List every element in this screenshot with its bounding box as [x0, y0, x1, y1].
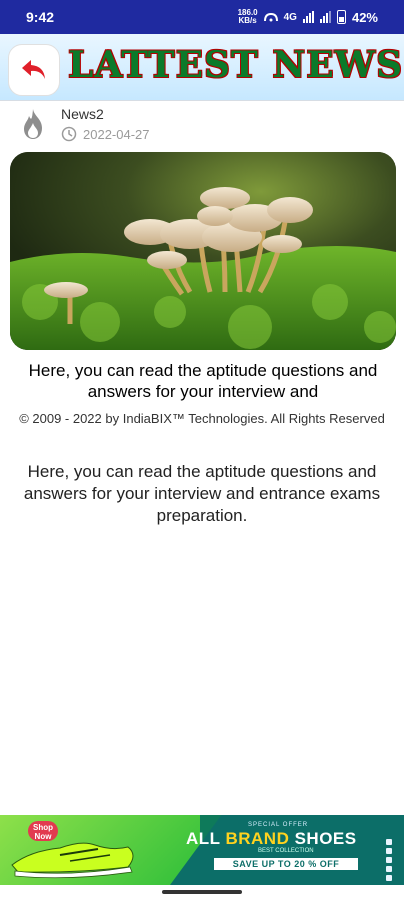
- fire-icon: [24, 109, 42, 139]
- back-arrow-icon: [22, 60, 45, 79]
- news-title: News2: [61, 106, 104, 122]
- news-image: [10, 152, 396, 350]
- ad-shop-now-badge[interactable]: Shop Now: [28, 821, 58, 841]
- clock-icon: [61, 126, 77, 142]
- ad-social-icons: [386, 839, 392, 881]
- battery-percent: 42%: [351, 9, 378, 25]
- mushroom-image: [10, 152, 396, 350]
- back-button[interactable]: [8, 44, 60, 96]
- hotspot-icon: [263, 12, 278, 22]
- status-icons: 186.0 KB/s 4G 42%: [238, 9, 378, 25]
- ad-banner[interactable]: Shop Now SPECIAL OFFER ALL BRAND SHOES B…: [0, 815, 404, 885]
- app-header: LATTEST NEWS: [0, 34, 404, 101]
- signal-icon: [302, 11, 314, 23]
- ad-save-text: SAVE UP TO 20 % OFF: [214, 858, 358, 870]
- home-gesture-handle[interactable]: [162, 890, 242, 894]
- battery-icon: [336, 10, 346, 24]
- news-body: Here, you can read the aptitude question…: [23, 462, 381, 525]
- ad-special-offer: SPECIAL OFFER: [248, 822, 309, 828]
- ad-headline: ALL BRAND SHOES: [186, 829, 357, 848]
- news-date-row: 2022-04-27: [61, 126, 150, 142]
- news-lead: Here, you can read the aptitude question…: [28, 361, 378, 401]
- signal-icon-2: [319, 11, 331, 23]
- ad-best-collection: BEST COLLECTION: [258, 848, 314, 854]
- status-bar: 9:42 186.0 KB/s 4G 42%: [0, 0, 404, 34]
- page-title: LATTEST NEWS: [68, 44, 404, 86]
- network-type: 4G: [283, 11, 297, 23]
- news-date: 2022-04-27: [83, 126, 150, 142]
- system-nav-bar: [0, 885, 404, 900]
- news-meta: News2 2022-04-27: [0, 102, 404, 150]
- copyright-text: © 2009 - 2022 by IndiaBIX™ Technologies.…: [19, 411, 385, 426]
- status-time: 9:42: [26, 9, 55, 25]
- network-speed: 186.0 KB/s: [237, 8, 258, 25]
